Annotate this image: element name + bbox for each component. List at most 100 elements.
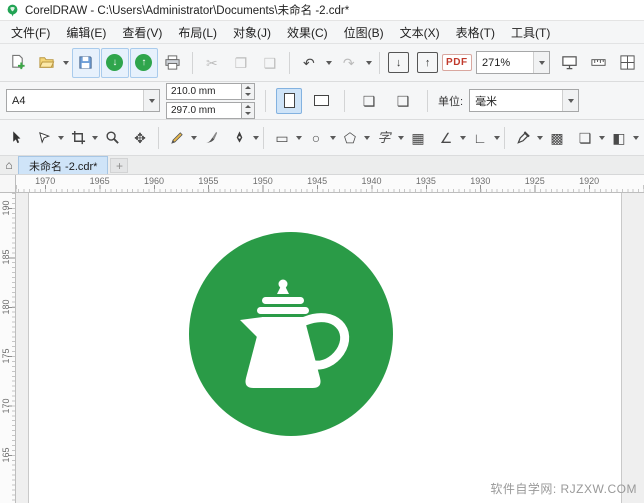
- eyedropper-tool[interactable]: [509, 123, 537, 153]
- document-tab[interactable]: 未命名 -2.cdr*: [18, 156, 109, 174]
- window-title: CorelDRAW - C:\Users\Administrator\Docum…: [25, 5, 350, 17]
- teapot-logo-object[interactable]: [189, 232, 393, 436]
- cloud-open-button[interactable]: ↓: [100, 47, 129, 78]
- cloud-down-icon: ↓: [106, 54, 124, 71]
- page-height-field[interactable]: 297.0 mm: [166, 101, 242, 119]
- portrait-button[interactable]: [276, 87, 302, 114]
- landscape-button[interactable]: [308, 88, 334, 114]
- menu-bitmaps[interactable]: 位图(B): [336, 21, 392, 43]
- redo-dropdown-caret[interactable]: [364, 49, 374, 77]
- connector-tool[interactable]: ∟: [466, 123, 494, 153]
- page-width-field[interactable]: 210.0 mm: [166, 82, 242, 100]
- ruler-number: 1940: [361, 176, 382, 186]
- menu-object[interactable]: 对象(J): [225, 21, 279, 43]
- fullscreen-preview-button[interactable]: [555, 48, 583, 78]
- landscape-icon: [313, 95, 329, 106]
- open-button[interactable]: [32, 48, 60, 78]
- menu-effects[interactable]: 效果(C): [279, 21, 336, 43]
- menu-view[interactable]: 查看(V): [114, 21, 170, 43]
- shape-tool[interactable]: [30, 123, 58, 153]
- polygon-icon: ⬠: [343, 129, 357, 146]
- vertical-ruler[interactable]: 190 185 180 175 170 165: [0, 193, 16, 503]
- open-dropdown-caret[interactable]: [61, 49, 71, 77]
- page-width-stepper[interactable]: [242, 82, 255, 100]
- export-arrow-icon: ↑: [417, 52, 439, 73]
- undo-button[interactable]: ↶: [295, 48, 323, 78]
- standard-toolbar: ↓ ↑ ✂ ❐ ❑ ↶ ↷ ↓ ↑ PDF 271%: [0, 44, 644, 82]
- publish-pdf-button[interactable]: PDF: [442, 48, 472, 78]
- bezier-tool-caret[interactable]: [253, 124, 259, 152]
- bezier-tool[interactable]: [225, 123, 253, 153]
- ruler-number: 190: [1, 200, 11, 216]
- interactive-fill-tool[interactable]: ◩: [639, 123, 644, 153]
- shadow-tool[interactable]: ❏: [571, 123, 599, 153]
- menu-layout[interactable]: 布局(L): [170, 21, 225, 43]
- undo-dropdown-caret[interactable]: [324, 49, 334, 77]
- ruler-origin-button[interactable]: [0, 175, 16, 193]
- import-button[interactable]: ↓: [385, 48, 413, 78]
- fill-tool[interactable]: ◧: [605, 123, 633, 153]
- all-pages-icon: ❏: [362, 92, 376, 109]
- table-tool[interactable]: ▦: [404, 123, 432, 153]
- ruler-number: 1970: [35, 176, 56, 186]
- menu-text[interactable]: 文本(X): [392, 21, 448, 43]
- print-button[interactable]: [159, 48, 187, 78]
- ruler-number: 165: [1, 447, 11, 463]
- transparency-tool[interactable]: ▩: [543, 123, 571, 153]
- pen-nib-icon: [236, 131, 242, 143]
- crop-icon: [71, 130, 85, 145]
- units-combo[interactable]: 毫米: [469, 89, 580, 112]
- undo-icon: ↶: [302, 54, 315, 71]
- page-size-combo[interactable]: A4: [6, 89, 160, 112]
- dimension-icon: ∠: [439, 129, 453, 146]
- ruler-number: 1945: [307, 176, 328, 186]
- propbar-separator: [265, 89, 266, 112]
- new-document-button[interactable]: [3, 48, 31, 78]
- menu-table[interactable]: 表格(T): [448, 21, 503, 43]
- freehand-tool[interactable]: [163, 123, 191, 153]
- show-rulers-button[interactable]: [584, 48, 612, 78]
- zoom-level-combo[interactable]: 271%: [476, 51, 551, 74]
- drawing-canvas[interactable]: 软件自学网: RJZXW.COM: [16, 193, 644, 503]
- monitor-icon: [561, 56, 577, 70]
- page-size-caret[interactable]: [143, 90, 159, 111]
- zoom-dropdown-caret[interactable]: [533, 52, 550, 73]
- units-caret[interactable]: [562, 90, 579, 111]
- rectangle-tool[interactable]: ▭: [268, 123, 296, 153]
- ruler-number: 185: [1, 249, 11, 265]
- rectangle-icon: ▭: [275, 129, 289, 146]
- cloud-save-button[interactable]: ↑: [129, 47, 158, 78]
- new-tab-button[interactable]: +: [110, 158, 129, 173]
- ruler-number: 175: [1, 348, 11, 364]
- menu-tools[interactable]: 工具(T): [503, 21, 558, 43]
- redo-icon: ↷: [342, 54, 355, 71]
- ellipse-tool[interactable]: ○: [302, 123, 330, 153]
- crop-tool[interactable]: [64, 123, 92, 153]
- polygon-tool[interactable]: ⬠: [336, 123, 364, 153]
- connector-tool-caret[interactable]: [494, 124, 500, 152]
- propbar-separator: [344, 89, 345, 112]
- export-button[interactable]: ↑: [414, 48, 442, 78]
- zoom-tool[interactable]: [98, 123, 126, 153]
- page-height-stepper[interactable]: [242, 101, 255, 119]
- text-tool[interactable]: 字: [370, 123, 398, 153]
- pick-tool[interactable]: [2, 123, 30, 153]
- dimension-tool[interactable]: ∠: [432, 123, 460, 153]
- coreldraw-logo-icon: [7, 4, 18, 17]
- save-button[interactable]: [71, 47, 100, 78]
- current-page-button[interactable]: ❑: [389, 86, 417, 116]
- menu-file[interactable]: 文件(F): [3, 21, 58, 43]
- toolbar-separator: [288, 51, 290, 74]
- title-bar: CorelDRAW - C:\Users\Administrator\Docum…: [0, 0, 644, 21]
- cloud-up-icon: ↑: [135, 54, 153, 71]
- horizontal-ruler[interactable]: 1970 1965 1960 1955 1950 1945 1940 1935 …: [16, 175, 644, 193]
- pan-tool[interactable]: ✥: [126, 123, 154, 153]
- artistic-media-tool[interactable]: [197, 123, 225, 153]
- toolbar-separator: [191, 51, 193, 74]
- options-button[interactable]: [613, 48, 641, 78]
- menu-edit[interactable]: 编辑(E): [58, 21, 114, 43]
- all-pages-button[interactable]: ❏: [355, 86, 383, 116]
- ruler-number: 1950: [252, 176, 273, 186]
- units-label: 单位:: [438, 95, 464, 108]
- page-navigation-icon[interactable]: ⌂: [0, 156, 18, 174]
